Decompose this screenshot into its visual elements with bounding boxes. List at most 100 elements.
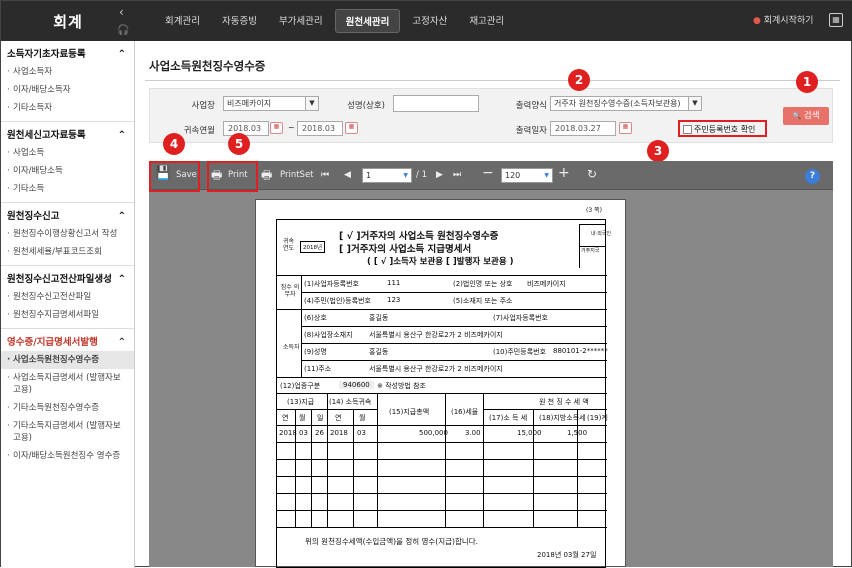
gwisok-label: 귀속 연도 — [283, 238, 295, 252]
print-date-input[interactable]: 2018.03.27 — [550, 121, 616, 136]
sidebar-section-title[interactable]: 원천징수신고전산파일생성 ⌃ — [1, 272, 134, 288]
doc-cell: 03 — [357, 429, 366, 437]
doc-field-label: (9)성명 — [304, 348, 327, 356]
doc-header: (16)세율 — [451, 408, 479, 416]
sidebar-item-active[interactable]: 사업소득원천징수영수증 — [1, 351, 134, 369]
doc-field-value: 서울특별시 용산구 한강로2가 2 비즈메카이지 — [369, 365, 503, 373]
biz-select[interactable]: 비즈메카이지 ▼ — [223, 96, 319, 111]
badge-1: 1 — [796, 71, 818, 93]
doc-field-label: (2)법인명 또는 상호 — [453, 280, 513, 288]
nav-tab-auto-evidence[interactable]: 자동증빙 — [212, 9, 267, 33]
doc-note: ※ 작성방법 참조 — [377, 382, 426, 390]
sidebar-item[interactable]: 기타소득지급명세서 (발행자보고용) — [1, 417, 134, 447]
nav-tab-fixed-assets[interactable]: 고정자산 — [402, 9, 457, 33]
document-page: (3 쪽) 귀속 연도 2018년 [ √ ]거주자의 사업소득 원천징수영수증… — [255, 199, 626, 568]
doc-field-value: 111 — [387, 279, 401, 287]
period-tilde: ~ — [288, 123, 295, 132]
format-select[interactable]: 거주자 원천징수영수증(소득자보관용) ▼ — [550, 96, 702, 111]
calendar-icon[interactable]: ▦ — [345, 122, 358, 134]
sidebar-item[interactable]: 사업소득지급명세서 (발행자보고용) — [1, 369, 134, 399]
calendar-icon[interactable]: ▦ — [270, 122, 283, 134]
doc-header: (18)지방소득세 — [539, 414, 586, 422]
sidebar-section: 원천세신고자료등록⌃ 사업소득 이자/배당소득 기타소득 — [1, 122, 134, 203]
calculator-icon[interactable]: ▦ — [829, 13, 843, 27]
search-button[interactable]: 🔍 검색 — [783, 107, 829, 125]
chevron-down-icon: ▼ — [305, 97, 318, 110]
nav-tab-vat[interactable]: 부가세관리 — [269, 9, 333, 33]
date-label: 출력일자 — [515, 126, 547, 136]
period-from-input[interactable]: 2018.03 — [223, 121, 269, 136]
chevron-up-icon: ⌃ — [117, 274, 126, 285]
sidebar: 소득자기초자료등록⌃ 사업소득자 이자/배당소득자 기타소득자 원천세신고자료등… — [1, 41, 135, 568]
start-accounting-label: 회계시작하기 — [763, 16, 814, 26]
sidebar-item[interactable]: 원천세세율/부표코드조회 — [1, 243, 134, 261]
chevron-down-icon: ▼ — [403, 172, 408, 179]
name-input[interactable] — [393, 95, 479, 112]
refresh-icon[interactable]: ↻ — [587, 167, 597, 181]
collapse-menu-icon[interactable]: ‹ — [119, 5, 124, 19]
period-to-input[interactable]: 2018.03 — [297, 121, 343, 136]
sidebar-section: 소득자기초자료등록⌃ 사업소득자 이자/배당소득자 기타소득자 — [1, 41, 134, 122]
sidebar-item[interactable]: 이자/배당소득원천징수 영수증 — [1, 447, 134, 465]
sidebar-item[interactable]: 원천징수지급명세서파일 — [1, 306, 134, 324]
page-number-input[interactable]: 1 ▼ — [362, 168, 412, 183]
printset-button[interactable]: PrintSet — [280, 170, 314, 180]
chevron-up-icon: ⌃ — [117, 337, 126, 348]
doc-cell: 2018 — [330, 429, 348, 437]
doc-cell: 15,000 — [517, 429, 542, 437]
doc-cell: 03 — [299, 429, 308, 437]
sidebar-section-title[interactable]: 원천징수신고 ⌃ — [1, 209, 134, 225]
start-accounting-link[interactable]: ● 회계시작하기 — [753, 13, 813, 26]
next-page-icon[interactable]: ▶ — [436, 170, 443, 180]
page-no: (3 쪽) — [586, 207, 602, 214]
doc-header: (14) 소득귀속 — [329, 398, 372, 406]
prev-page-icon[interactable]: ◀ — [344, 170, 351, 180]
sidebar-section: 원천징수신고전산파일생성⌃ 원천징수신고전산파일 원천징수지급명세서파일 — [1, 266, 134, 329]
doc-field-value: 서울특별시 용산구 한강로2가 2 비즈메카이지 — [369, 331, 503, 339]
calendar-icon[interactable]: ▦ — [619, 122, 632, 134]
sidebar-item[interactable]: 기타소득자 — [1, 99, 134, 117]
last-page-icon[interactable]: ⏭ — [453, 170, 461, 180]
sidebar-item[interactable]: 사업소득 — [1, 144, 134, 162]
doc-header: 원 천 징 수 세 액 — [539, 398, 589, 406]
help-icon[interactable]: ? — [805, 169, 820, 184]
sidebar-item[interactable]: 이자/배당소득 — [1, 162, 134, 180]
sidebar-item[interactable]: 기타소득 — [1, 180, 134, 198]
doc-header: 월 — [299, 414, 306, 422]
first-page-icon[interactable]: ⏮ — [321, 170, 329, 180]
page-total: / 1 — [416, 170, 427, 180]
sidebar-section-title[interactable]: 소득자기초자료등록 ⌃ — [1, 47, 134, 63]
sidebar-section-title[interactable]: 원천세신고자료등록 ⌃ — [1, 128, 134, 144]
nav-tab-withholding[interactable]: 원천세관리 — [334, 9, 401, 33]
sidebar-item[interactable]: 원천징수신고전산파일 — [1, 288, 134, 306]
zoom-select[interactable]: 120 ▼ — [501, 168, 553, 183]
payer-label: 징수 의무자 — [280, 284, 300, 298]
sidebar-item[interactable]: 이자/배당소득자 — [1, 81, 134, 99]
zoom-out-icon[interactable]: − — [482, 165, 494, 181]
doc-field-label: (6)상호 — [304, 314, 327, 322]
badge-2: 2 — [568, 69, 590, 91]
doc-header: (15)지급총액 — [389, 408, 430, 416]
footer-date: 2018년 03월 27일 — [537, 551, 597, 559]
nav-tab-inventory[interactable]: 재고관리 — [459, 9, 514, 33]
sidebar-section: 원천징수신고⌃ 원천징수이행상황신고서 작성 원천세세율/부표코드조회 — [1, 203, 134, 266]
doc-field-label: (11)주소 — [304, 365, 332, 373]
badge-4: 4 — [163, 133, 185, 155]
sidebar-item[interactable]: 기타소득원천징수영수증 — [1, 399, 134, 417]
doc-header: 연 — [335, 414, 342, 422]
divider — [145, 80, 840, 81]
headset-icon[interactable]: 🎧 — [117, 25, 129, 36]
period-label: 귀속연월 — [183, 126, 215, 136]
doc-field-label: (8)사업장소재지 — [304, 331, 353, 339]
zoom-in-icon[interactable]: + — [558, 165, 570, 181]
nav-tab-accounting[interactable]: 회계관리 — [155, 9, 210, 33]
sidebar-item[interactable]: 원천징수이행상황신고서 작성 — [1, 225, 134, 243]
sidebar-section-title[interactable]: 영수증/지급명세서발행 ⌃ — [1, 335, 134, 351]
doc-header: 일 — [317, 414, 324, 422]
sidebar-item[interactable]: 사업소득자 — [1, 63, 134, 81]
chevron-down-icon: ▼ — [688, 97, 701, 110]
year-box: 2018년 — [300, 241, 326, 253]
main-nav: 회계관리 자동증빙 부가세관리 원천세관리 고정자산 재고관리 — [155, 9, 514, 33]
search-icon: 🔍 — [792, 112, 802, 120]
printset-icon[interactable]: 🖶 — [261, 166, 272, 187]
